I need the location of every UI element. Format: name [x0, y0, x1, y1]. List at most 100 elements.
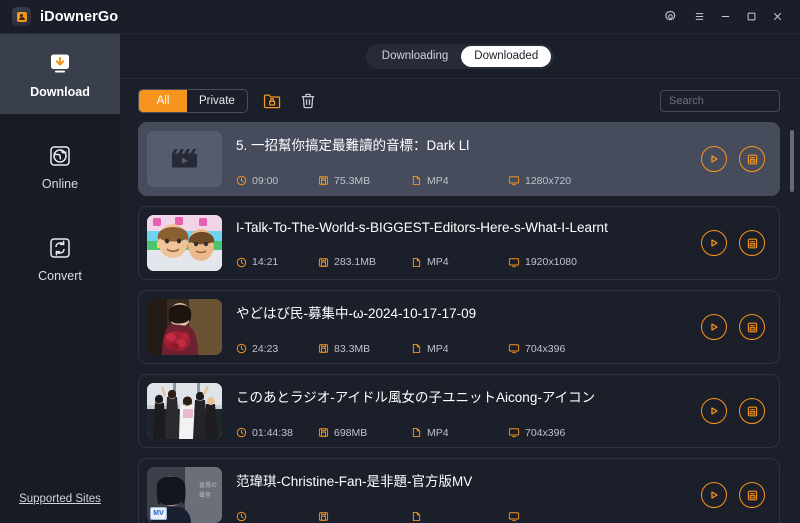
scrollbar-thumb[interactable] [790, 130, 794, 192]
maximize-icon[interactable] [738, 5, 764, 29]
close-icon[interactable] [764, 5, 790, 29]
row-content: 5. 一招幫你搞定最難讀的音標：Dark Ll 09:00 75.3MB [222, 131, 693, 187]
svg-text:聲音: 聲音 [199, 491, 211, 499]
tab-downloaded[interactable]: Downloaded [461, 46, 551, 67]
format-meta: MP4 [411, 343, 508, 355]
thumbnail [147, 299, 222, 355]
table-row[interactable]: 5. 一招幫你搞定最難讀的音標：Dark Ll 09:00 75.3MB [138, 122, 780, 196]
format-meta: MP4 [411, 256, 508, 268]
thumbnail [147, 215, 222, 271]
app-brand: iDownerGo [12, 7, 118, 26]
format-meta [411, 511, 508, 522]
search-input-wrapper[interactable] [660, 90, 780, 112]
row-content: このあとラジオ-アイドル風女の子ユニットAicong-アイコン 01:44:38… [222, 383, 693, 439]
download-monitor-icon [46, 50, 74, 78]
search-input[interactable] [669, 95, 771, 107]
row-actions [701, 230, 765, 256]
filter-private-button[interactable]: Private [187, 90, 247, 112]
play-circle-icon[interactable] [701, 230, 727, 256]
sidebar-item-online[interactable]: Online [0, 126, 120, 206]
sidebar-item-convert[interactable]: Convert [0, 218, 120, 298]
format-value: MP4 [427, 343, 449, 355]
thumbnail: 直覺の 聲音 MV [147, 467, 222, 523]
table-row[interactable]: 直覺の 聲音 MV 范瑋琪-Christine-Fan-是非題-官方版MV [138, 458, 780, 523]
filesize-meta: 283.1MB [318, 256, 411, 268]
row-meta: 09:00 75.3MB MP4 [236, 175, 693, 187]
gear-icon[interactable] [657, 5, 683, 29]
row-content: I-Talk-To-The-World-s-BIGGEST-Editors-He… [222, 215, 693, 271]
duration-meta [236, 511, 318, 522]
filter-toggle-group: All Private [138, 89, 248, 113]
folder-circle-icon[interactable] [739, 482, 765, 508]
resolution-meta: 704x396 [508, 427, 565, 439]
thumbnail [147, 383, 222, 439]
table-row[interactable]: このあとラジオ-アイドル風女の子ユニットAicong-アイコン 01:44:38… [138, 374, 780, 448]
resolution-value: 704x396 [525, 427, 565, 439]
svg-text:直覺の: 直覺の [199, 481, 217, 489]
filter-all-button[interactable]: All [139, 90, 187, 112]
sidebar: Download Online [0, 34, 120, 523]
hamburger-menu-icon[interactable] [686, 5, 712, 29]
row-actions [701, 482, 765, 508]
download-list: 5. 一招幫你搞定最難讀的音標：Dark Ll 09:00 75.3MB [120, 122, 800, 523]
sidebar-item-download[interactable]: Download [0, 34, 120, 114]
toolbar: All Private [120, 78, 800, 122]
globe-icon [46, 142, 74, 170]
tab-segmented-control: Downloading Downloaded [366, 44, 554, 69]
folder-circle-icon[interactable] [739, 230, 765, 256]
duration-meta: 09:00 [236, 175, 318, 187]
format-value: MP4 [427, 427, 449, 439]
filesize-value: 283.1MB [334, 256, 376, 268]
minimize-icon[interactable] [712, 5, 738, 29]
row-title: 5. 一招幫你搞定最難讀的音標：Dark Ll [236, 134, 693, 154]
row-actions [701, 146, 765, 172]
app-window: iDownerGo [0, 0, 800, 523]
row-content: やどはび民-募集中-ω-2024-10-17-17-09 24:23 83.3M… [222, 299, 693, 355]
sidebar-item-label: Download [30, 85, 90, 99]
resolution-value: 1920x1080 [525, 256, 577, 268]
folder-circle-icon[interactable] [739, 398, 765, 424]
row-meta: 14:21 283.1MB MP4 [236, 256, 693, 268]
convert-refresh-icon [46, 234, 74, 262]
folder-circle-icon[interactable] [739, 314, 765, 340]
tab-downloading[interactable]: Downloading [369, 46, 462, 67]
duration-value: 24:23 [252, 343, 278, 355]
lock-folder-icon[interactable] [260, 89, 284, 113]
sidebar-item-label: Online [42, 177, 78, 191]
row-meta: 01:44:38 698MB MP4 [236, 427, 693, 439]
duration-value: 09:00 [252, 175, 278, 187]
filesize-meta: 83.3MB [318, 343, 411, 355]
duration-meta: 14:21 [236, 256, 318, 268]
app-logo-icon [12, 7, 31, 26]
mv-badge: MV [150, 507, 167, 520]
row-meta [236, 511, 693, 522]
thumbnail [147, 131, 222, 187]
window-controls [657, 5, 790, 29]
play-circle-icon[interactable] [701, 482, 727, 508]
resolution-value: 704x396 [525, 343, 565, 355]
duration-meta: 01:44:38 [236, 427, 318, 439]
filesize-value: 83.3MB [334, 343, 370, 355]
row-actions [701, 314, 765, 340]
play-circle-icon[interactable] [701, 146, 727, 172]
supported-sites-link[interactable]: Supported Sites [0, 493, 120, 505]
list-scrollbar[interactable] [790, 130, 794, 515]
table-row[interactable]: I-Talk-To-The-World-s-BIGGEST-Editors-He… [138, 206, 780, 280]
app-title: iDownerGo [40, 9, 118, 25]
folder-circle-icon[interactable] [739, 146, 765, 172]
play-circle-icon[interactable] [701, 314, 727, 340]
duration-value: 01:44:38 [252, 427, 293, 439]
trash-icon[interactable] [296, 89, 320, 113]
row-content: 范瑋琪-Christine-Fan-是非題-官方版MV [222, 467, 693, 523]
row-title: 范瑋琪-Christine-Fan-是非題-官方版MV [236, 470, 693, 490]
filesize-meta: 698MB [318, 427, 411, 439]
row-title: このあとラジオ-アイドル風女の子ユニットAicong-アイコン [236, 386, 693, 406]
filesize-meta [318, 511, 411, 522]
resolution-meta: 1920x1080 [508, 256, 577, 268]
play-circle-icon[interactable] [701, 398, 727, 424]
filesize-value: 75.3MB [334, 175, 370, 187]
duration-meta: 24:23 [236, 343, 318, 355]
table-row[interactable]: やどはび民-募集中-ω-2024-10-17-17-09 24:23 83.3M… [138, 290, 780, 364]
row-title: I-Talk-To-The-World-s-BIGGEST-Editors-He… [236, 220, 693, 235]
filesize-meta: 75.3MB [318, 175, 411, 187]
